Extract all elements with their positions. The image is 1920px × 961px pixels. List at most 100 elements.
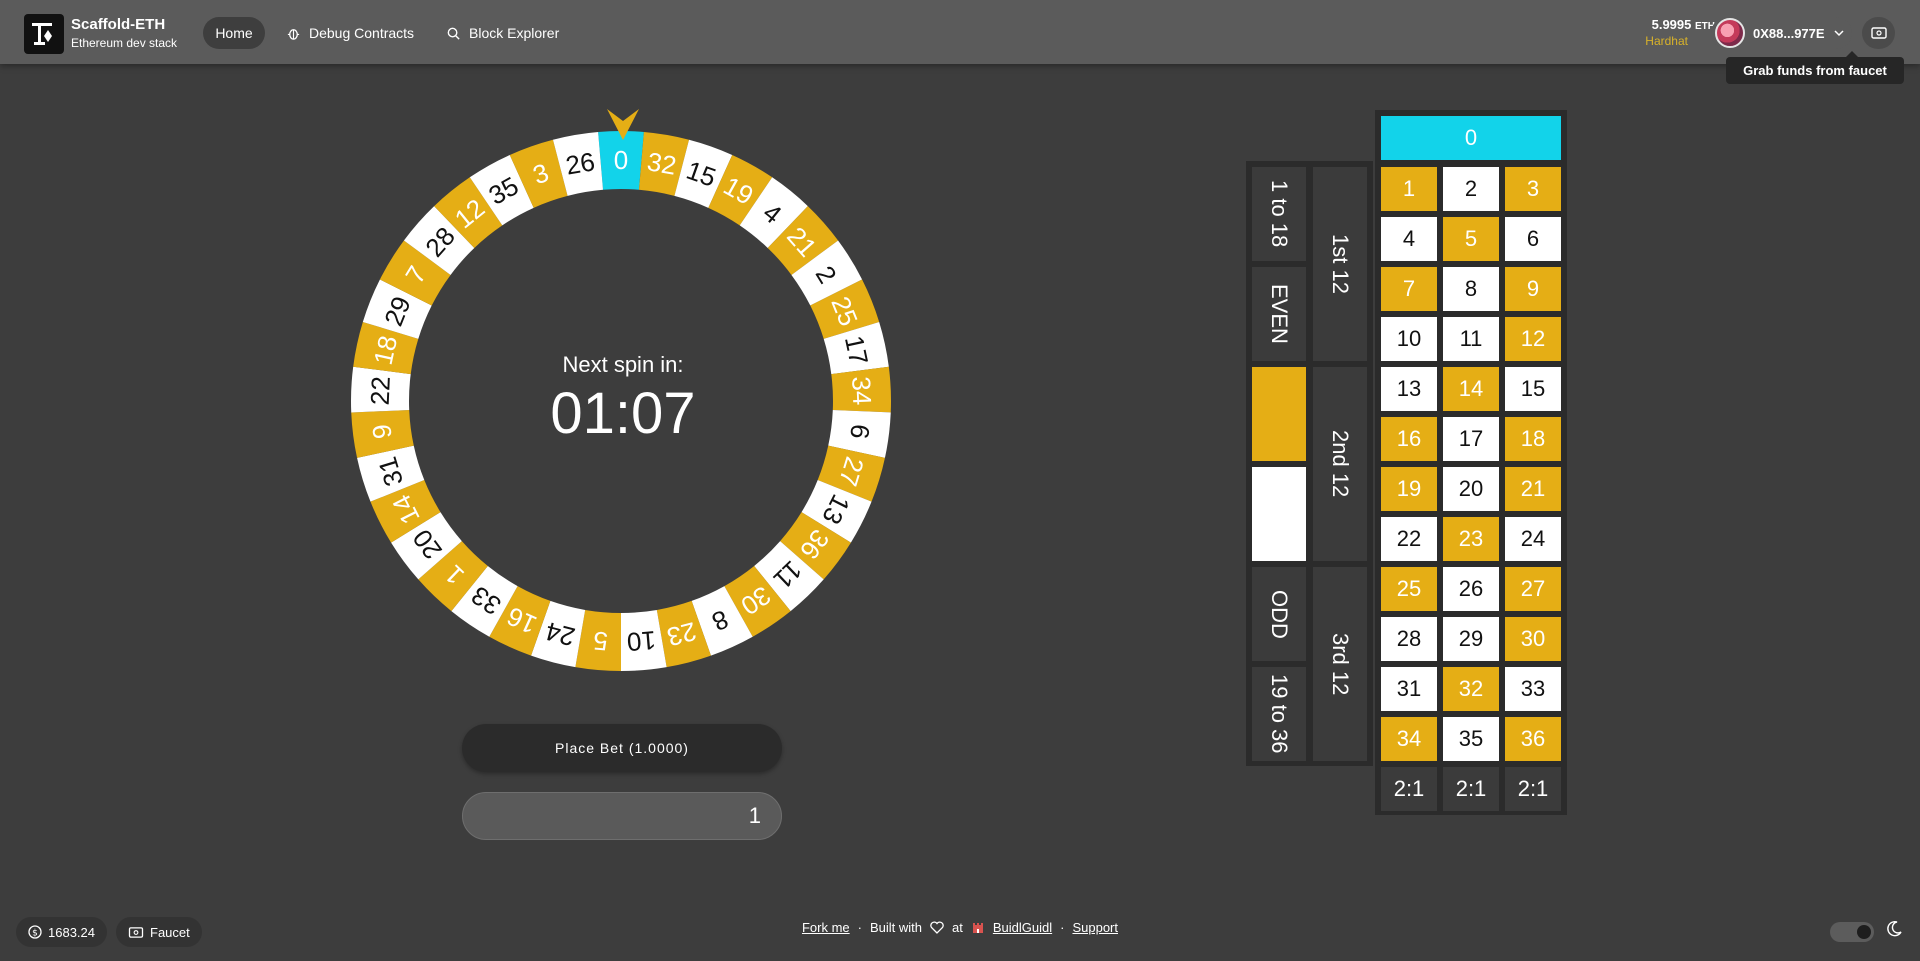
bet-cell-number[interactable]: 1 — [1381, 167, 1437, 211]
bet-cell-number[interactable]: 19 — [1381, 467, 1437, 511]
nav-block-explorer-link[interactable]: Block Explorer — [446, 17, 559, 49]
bet-dozen-3rd[interactable]: 3rd 12 — [1313, 567, 1367, 761]
brand-subtitle: Ethereum dev stack — [71, 36, 178, 50]
bet-cell-number[interactable]: 25 — [1381, 567, 1437, 611]
bet-cell-number[interactable]: 21 — [1505, 467, 1561, 511]
bet-cell-number[interactable]: 5 — [1443, 217, 1499, 261]
account-dropdown-button[interactable]: 0X88...977E — [1711, 17, 1852, 49]
bet-cell-number[interactable]: 17 — [1443, 417, 1499, 461]
navbar: Scaffold-ETH Ethereum dev stack Home Deb… — [0, 0, 1920, 64]
nav-home-link[interactable]: Home — [203, 17, 265, 49]
wallet-balance-value: 5.9995 — [1651, 17, 1692, 32]
eth-price-value: 1683.24 — [48, 924, 95, 940]
bet-cell-number[interactable]: 23 — [1443, 517, 1499, 561]
bet-cell-number[interactable]: 18 — [1505, 417, 1561, 461]
faucet-wallet-button[interactable] — [1862, 17, 1895, 49]
castle-icon — [972, 923, 983, 933]
footer-links: Fork me · Built with at BuidlGuidl · Sup… — [700, 917, 1220, 937]
fork-me-link[interactable]: Fork me — [802, 920, 850, 935]
buidlguidl-link[interactable]: BuidlGuidl — [993, 920, 1052, 935]
account-address: 0X88...977E — [1753, 25, 1825, 41]
footer-faucet-label: Faucet — [150, 924, 190, 940]
bet-white-color[interactable] — [1252, 467, 1306, 561]
wheel-number: 34 — [846, 376, 877, 406]
bet-cell-number[interactable]: 4 — [1381, 217, 1437, 261]
bet-cell-number[interactable]: 8 — [1443, 267, 1499, 311]
bet-cell-zero[interactable]: 0 — [1381, 116, 1561, 160]
spin-countdown: 01:07 — [550, 381, 696, 446]
bet-cell-number[interactable]: 35 — [1443, 717, 1499, 761]
bet-odd[interactable]: ODD — [1252, 567, 1306, 661]
bet-gold-color[interactable] — [1252, 367, 1306, 461]
bet-cell-number[interactable]: 16 — [1381, 417, 1437, 461]
bet-column-3[interactable]: 2:1 — [1505, 767, 1561, 811]
dollar-icon: $ — [28, 925, 42, 939]
bet-high-19-to-36[interactable]: 19 to 36 — [1252, 667, 1306, 761]
dozen-3rd-label: 3rd 12 — [1328, 632, 1353, 696]
bet-cell-number[interactable]: 2 — [1443, 167, 1499, 211]
bet-cell-number[interactable]: 33 — [1505, 667, 1561, 711]
avatar — [1715, 18, 1745, 48]
bet-cell-number[interactable]: 10 — [1381, 317, 1437, 361]
bet-cell-number[interactable]: 36 — [1505, 717, 1561, 761]
footer-separator: · — [857, 919, 862, 935]
bet-cell-number[interactable]: 12 — [1505, 317, 1561, 361]
bet-amount-input[interactable] — [462, 792, 782, 840]
bet-cell-number[interactable]: 9 — [1505, 267, 1561, 311]
bet-high-label: 19 to 36 — [1267, 674, 1292, 754]
footer-faucet-button[interactable]: Faucet — [116, 917, 202, 947]
bet-cell-number[interactable]: 7 — [1381, 267, 1437, 311]
scaffold-logo-icon[interactable] — [24, 14, 64, 54]
brand-title[interactable]: Scaffold-ETH — [71, 16, 165, 33]
theme-toggle[interactable] — [1830, 922, 1874, 942]
bet-cell-number[interactable]: 27 — [1505, 567, 1561, 611]
wheel-number: 26 — [563, 146, 597, 180]
bet-cell-number[interactable]: 32 — [1443, 667, 1499, 711]
bet-cell-number[interactable]: 6 — [1505, 217, 1561, 261]
bet-cell-number[interactable]: 30 — [1505, 617, 1561, 661]
bet-cell-number[interactable]: 14 — [1443, 367, 1499, 411]
heart-icon — [930, 920, 944, 934]
bet-odd-label: ODD — [1267, 589, 1292, 639]
nav-debug-contracts-link[interactable]: Debug Contracts — [286, 17, 414, 49]
bet-cell-number[interactable]: 20 — [1443, 467, 1499, 511]
banknote-icon — [128, 926, 144, 938]
support-link[interactable]: Support — [1072, 920, 1118, 935]
built-with-text: Built with — [869, 919, 923, 935]
bet-even-label: EVEN — [1267, 284, 1292, 344]
bet-cell-number[interactable]: 26 — [1443, 567, 1499, 611]
nav-debug-label: Debug Contracts — [309, 25, 415, 41]
bug-icon — [287, 28, 300, 40]
bet-cell-number[interactable]: 29 — [1443, 617, 1499, 661]
wheel-number: 32 — [645, 146, 679, 180]
wallet-balance: 5.9995 ETH — [1652, 17, 1715, 32]
bet-cell-number[interactable]: 22 — [1381, 517, 1437, 561]
at-text: at — [952, 919, 963, 935]
bet-cell-number[interactable]: 11 — [1443, 317, 1499, 361]
next-spin-label: Next spin in: — [562, 352, 684, 377]
bet-cell-number[interactable]: 31 — [1381, 667, 1437, 711]
wheel-number: 5 — [592, 626, 609, 657]
wheel-pointer-icon — [607, 109, 639, 140]
bet-cell-number[interactable]: 24 — [1505, 517, 1561, 561]
bet-column-2[interactable]: 2:1 — [1443, 767, 1499, 811]
place-bet-button[interactable]: Place Bet (1.0000) — [462, 724, 782, 772]
bet-dozen-2nd[interactable]: 2nd 12 — [1313, 367, 1367, 561]
bet-dozen-1st[interactable]: 1st 12 — [1313, 167, 1367, 361]
wheel-number: 10 — [626, 625, 657, 657]
bet-cell-number[interactable]: 13 — [1381, 367, 1437, 411]
bet-cell-number[interactable]: 28 — [1381, 617, 1437, 661]
bet-low-label: 1 to 18 — [1267, 180, 1292, 248]
footer-separator: · — [1060, 919, 1065, 935]
wheel-number: 0 — [614, 145, 628, 175]
dozen-2nd-label: 2nd 12 — [1328, 430, 1353, 498]
bet-cell-number[interactable]: 34 — [1381, 717, 1437, 761]
bet-cell-number[interactable]: 15 — [1505, 367, 1561, 411]
bet-column-1[interactable]: 2:1 — [1381, 767, 1437, 811]
bet-even[interactable]: EVEN — [1252, 267, 1306, 361]
bet-cell-number[interactable]: 3 — [1505, 167, 1561, 211]
banknote-icon — [1870, 27, 1887, 39]
chevron-down-icon — [1834, 30, 1844, 37]
bet-low-1-to-18[interactable]: 1 to 18 — [1252, 167, 1306, 261]
search-icon — [447, 27, 460, 40]
